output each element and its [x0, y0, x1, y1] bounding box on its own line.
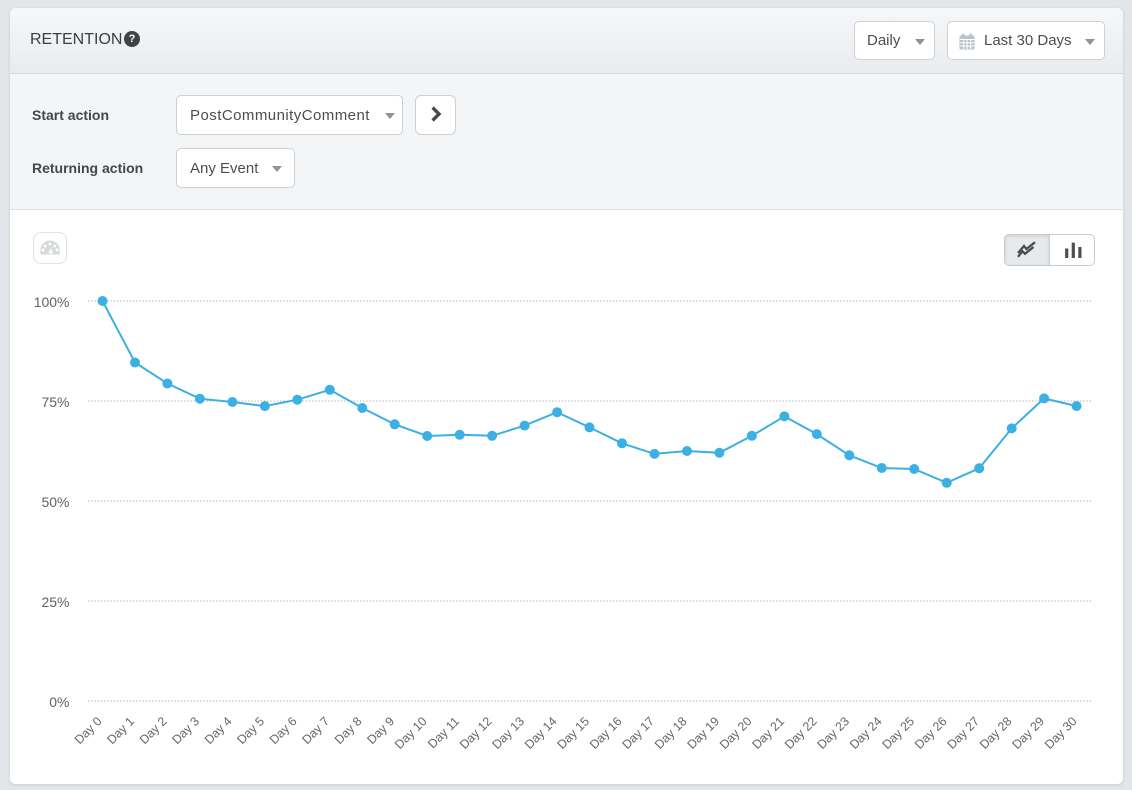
- svg-text:Day 19: Day 19: [684, 714, 722, 752]
- svg-text:Day 26: Day 26: [912, 714, 950, 752]
- svg-text:Day 7: Day 7: [299, 714, 332, 747]
- svg-text:Day 2: Day 2: [137, 714, 170, 747]
- svg-text:Day 8: Day 8: [332, 714, 365, 747]
- svg-text:Day 22: Day 22: [782, 714, 820, 752]
- svg-text:Day 12: Day 12: [457, 714, 495, 752]
- svg-text:0%: 0%: [49, 694, 69, 710]
- svg-text:Day 13: Day 13: [489, 714, 527, 752]
- svg-text:25%: 25%: [41, 594, 69, 610]
- svg-text:Day 6: Day 6: [267, 714, 300, 747]
- svg-text:Day 16: Day 16: [587, 714, 625, 752]
- svg-text:50%: 50%: [41, 494, 69, 510]
- svg-text:100%: 100%: [34, 294, 70, 310]
- svg-text:Day 27: Day 27: [944, 714, 982, 752]
- svg-text:Day 1: Day 1: [104, 714, 137, 747]
- svg-text:Day 24: Day 24: [847, 714, 885, 752]
- svg-text:Day 25: Day 25: [879, 714, 917, 752]
- svg-text:Day 10: Day 10: [392, 714, 430, 752]
- svg-text:Day 5: Day 5: [234, 714, 267, 747]
- svg-text:Day 4: Day 4: [202, 714, 235, 747]
- svg-text:Day 29: Day 29: [1009, 714, 1047, 752]
- svg-text:Day 30: Day 30: [1042, 714, 1080, 752]
- svg-text:75%: 75%: [41, 394, 69, 410]
- svg-text:Day 17: Day 17: [619, 714, 657, 752]
- svg-text:Day 3: Day 3: [169, 714, 202, 747]
- svg-text:Day 20: Day 20: [717, 714, 755, 752]
- svg-text:Day 15: Day 15: [554, 714, 592, 752]
- svg-text:Day 28: Day 28: [977, 714, 1015, 752]
- svg-text:Day 0: Day 0: [72, 714, 105, 747]
- svg-text:Day 18: Day 18: [652, 714, 690, 752]
- svg-text:Day 23: Day 23: [814, 714, 852, 752]
- svg-text:Day 14: Day 14: [522, 714, 560, 752]
- svg-text:Day 21: Day 21: [749, 714, 787, 752]
- svg-text:Day 11: Day 11: [425, 714, 462, 751]
